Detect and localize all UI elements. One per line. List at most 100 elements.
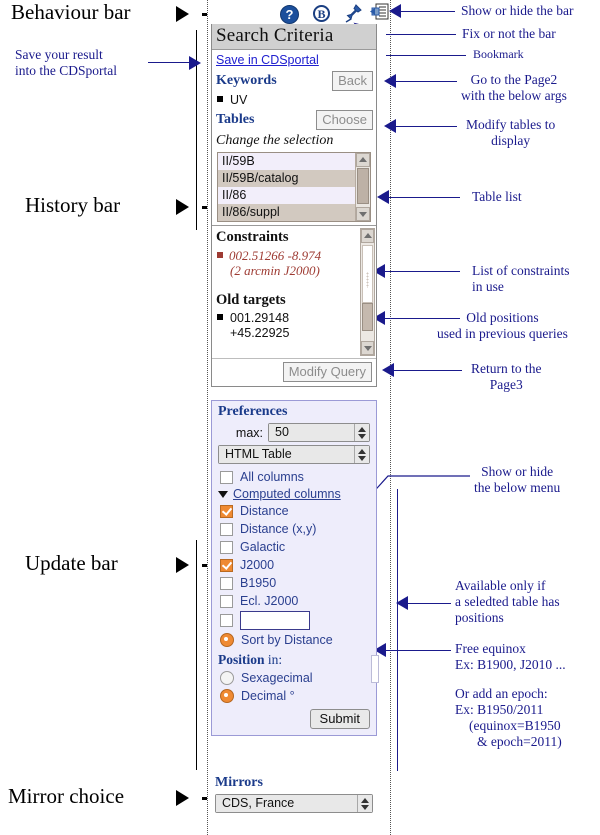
annotation-show-hide-bar: Show or hide the bar (461, 3, 573, 19)
mirrors-section: Mirrors CDS, France (211, 775, 377, 813)
modify-query-button[interactable]: Modify Query (282, 362, 372, 382)
sort-by-distance-radio[interactable] (220, 633, 234, 647)
scrollbar-thumb[interactable] (362, 245, 373, 303)
free-equinox-input[interactable] (240, 611, 310, 630)
caret-up-icon[interactable] (358, 448, 366, 454)
sort-by-distance-row[interactable]: Sort by Distance (212, 631, 376, 649)
free-equinox-row[interactable] (212, 610, 376, 631)
annotation-add-epoch-line3: (equinox=B1950 (469, 718, 561, 733)
annotation-available-positions: Available only if a seledted table has p… (455, 578, 560, 626)
old-target-item[interactable]: 001.29148 (212, 311, 359, 326)
preferences-scrollbar-thumb[interactable] (371, 655, 379, 683)
mirror-select[interactable]: CDS, France (215, 794, 373, 813)
caret-down-icon[interactable] (361, 804, 369, 810)
distance-checkbox[interactable] (220, 504, 233, 518)
history-content: Constraints 002.51266 -8.974 (2 arcmin J… (212, 228, 376, 344)
table-list-scrollbar[interactable] (355, 153, 370, 221)
table-list-item[interactable]: II/86 (218, 187, 370, 204)
column-option-galactic[interactable]: Galactic (212, 538, 376, 556)
max-stepper[interactable]: 50 (268, 423, 370, 442)
j2000-checkbox[interactable] (220, 558, 233, 572)
max-value[interactable]: 50 (269, 424, 354, 441)
b1950-checkbox[interactable] (220, 576, 233, 590)
save-in-cdsportal-link[interactable]: Save in CDSportal (212, 50, 376, 69)
back-button[interactable]: Back (332, 71, 373, 91)
annotation-bookmark: Bookmark (473, 47, 524, 62)
column-option-j2000[interactable]: J2000 (212, 556, 376, 574)
history-scrollbar[interactable] (360, 228, 375, 356)
column-option-distance[interactable]: Distance (212, 502, 376, 520)
decimal-radio[interactable] (220, 689, 234, 703)
output-format-value[interactable]: HTML Table (219, 446, 354, 463)
distance-xy-checkbox[interactable] (220, 522, 233, 536)
preferences-title: Preferences (218, 404, 288, 419)
computed-columns-toggle[interactable]: Computed columns (212, 486, 376, 502)
table-list-item[interactable]: II/59B (218, 153, 370, 170)
table-list-item[interactable]: II/86/suppl (218, 204, 370, 221)
choose-button[interactable]: Choose (316, 110, 373, 130)
galactic-checkbox[interactable] (220, 540, 233, 554)
old-target-ra: 001.29148 (230, 311, 290, 325)
bookmark-icon[interactable]: B (313, 5, 330, 22)
caret-up-icon[interactable] (358, 426, 366, 432)
leader-go-page2 (391, 81, 457, 82)
help-icon[interactable]: ? (280, 5, 299, 24)
caret-down-icon[interactable] (358, 455, 366, 461)
column-option-ecl-j2000[interactable]: Ecl. J2000 (212, 592, 376, 610)
column-option-b1950[interactable]: B1950 (212, 574, 376, 592)
brace-update-region (196, 540, 197, 770)
bullet-square-icon (217, 314, 223, 320)
scroll-up-button[interactable] (356, 153, 370, 167)
arrowhead-save-result (189, 56, 201, 70)
all-columns-checkbox[interactable] (220, 470, 233, 484)
caret-up-icon[interactable] (361, 797, 369, 803)
annotation-available-positions-line2: a seledted table has (455, 594, 560, 609)
position-option-decimal[interactable]: Decimal ° (212, 687, 376, 705)
annotation-go-page2-line1: Go to the Page2 (470, 72, 558, 87)
max-stepper-arrows[interactable] (354, 424, 369, 441)
scroll-down-button[interactable] (356, 207, 370, 221)
output-format-arrows[interactable] (354, 446, 369, 463)
tables-label: Tables (216, 112, 255, 127)
scroll-down-button[interactable] (361, 341, 374, 355)
triangle-down-icon[interactable] (218, 490, 228, 498)
leader-modify-tables (391, 126, 457, 127)
sexagecimal-radio[interactable] (220, 671, 234, 685)
keywords-row: Keywords Back (212, 69, 376, 93)
annotation-go-page2: Go to the Page2 with the below args (461, 72, 567, 104)
position-option-label: Sexagecimal (241, 671, 313, 685)
column-label: B1950 (240, 576, 277, 590)
scrollbar-thumb[interactable] (357, 168, 369, 204)
submit-row: Submit (212, 705, 376, 731)
computed-columns-label[interactable]: Computed columns (233, 487, 341, 501)
pointer-behaviour-bar (176, 6, 207, 22)
scrollbar-thumb-secondary[interactable] (362, 303, 373, 331)
column-option-distance-xy[interactable]: Distance (x,y) (212, 520, 376, 538)
annotation-add-epoch-line2: Ex: B1950/2011 (455, 702, 544, 717)
column-label: Ecl. J2000 (240, 594, 299, 608)
table-list[interactable]: II/59B II/59B/catalog II/86 II/86/suppl (217, 152, 371, 222)
output-format-select[interactable]: HTML Table (218, 445, 370, 464)
free-equinox-checkbox[interactable] (220, 614, 233, 627)
constraint-value: 002.51266 -8.974 (229, 248, 322, 263)
submit-button[interactable]: Submit (309, 709, 370, 729)
max-label: max: (235, 425, 263, 440)
position-option-sexagecimal[interactable]: Sexagecimal (212, 669, 376, 687)
constraint-item[interactable]: 002.51266 -8.974 (212, 248, 359, 263)
leader-return-page3 (390, 370, 462, 371)
all-columns-row[interactable]: All columns (212, 468, 376, 486)
table-list-item[interactable]: II/59B/catalog (218, 170, 370, 187)
caret-up-icon (359, 157, 367, 162)
scroll-up-button[interactable] (361, 229, 374, 243)
annotation-table-list: Table list (472, 189, 522, 205)
ecl-j2000-checkbox[interactable] (220, 594, 233, 608)
panel-toggle-icon[interactable] (369, 3, 389, 21)
caret-down-icon[interactable] (358, 433, 366, 439)
annotation-free-equinox-line2: Ex: B1900, J2010 ... (455, 657, 566, 672)
mirror-select-arrows[interactable] (357, 795, 372, 812)
annotation-return-page3-line2: Page3 (489, 377, 523, 392)
scrollbar-grip-icon (366, 272, 369, 288)
annotation-go-page2-line2: with the below args (461, 88, 567, 103)
pushpin-icon[interactable] (343, 3, 363, 23)
mirror-value[interactable]: CDS, France (216, 795, 357, 812)
